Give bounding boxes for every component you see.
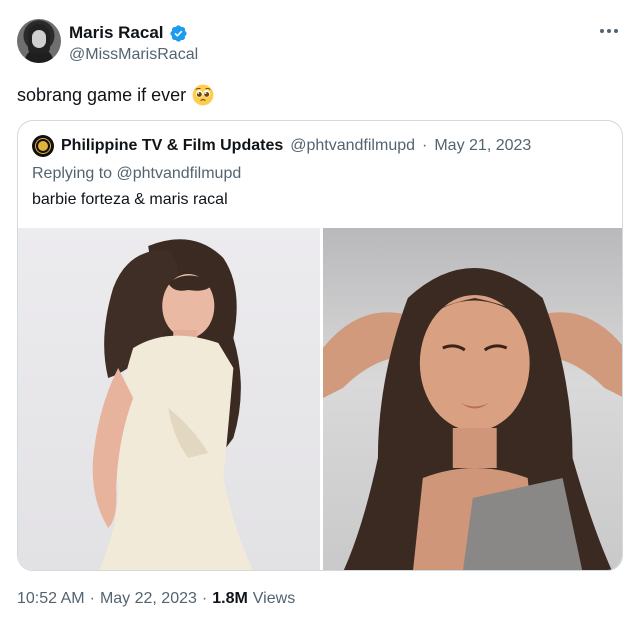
views-label: Views <box>252 590 296 607</box>
tweet-date[interactable]: May 22, 2023 <box>100 590 197 608</box>
verified-badge-icon <box>169 24 187 42</box>
photo-barbie-forteza[interactable] <box>18 228 320 570</box>
footer-separator: · <box>89 590 95 607</box>
quoted-author-name[interactable]: Philippine TV & Film Updates <box>61 137 283 155</box>
quoted-tweet-header: Philippine TV & Film Updates @phtvandfil… <box>32 135 531 157</box>
tweet-text-content: sobrang game if ever <box>17 84 187 105</box>
tweet-time[interactable]: 10:52 AM <box>17 590 85 608</box>
quoted-tweet-text: barbie forteza & maris racal <box>32 191 228 208</box>
author-handle[interactable]: @MissMarisRacal <box>69 46 198 64</box>
replying-to-label: Replying to @phtvandfilmupd <box>32 165 242 182</box>
tweet-header: Maris Racal @MissMarisRacal <box>17 19 623 67</box>
photo-maris-racal[interactable] <box>322 228 622 570</box>
quoted-author-avatar[interactable] <box>32 135 54 157</box>
quoted-tweet-date[interactable]: May 21, 2023 <box>434 137 531 155</box>
quoted-author-handle[interactable]: @phtvandfilmupd <box>290 137 415 155</box>
tweet-text: sobrang game if ever <box>17 84 214 106</box>
more-options-icon[interactable] <box>597 21 621 41</box>
author-name-row: Maris Racal <box>69 23 188 43</box>
author-display-name[interactable]: Maris Racal <box>69 23 164 43</box>
pleading-face-emoji-icon <box>192 84 214 106</box>
quoted-tweet-card[interactable]: Philippine TV & Film Updates @phtvandfil… <box>17 120 623 571</box>
views-count: 1.8M <box>212 590 248 607</box>
tweet-footer: 10:52 AM · May 22, 2023 · 1.8M Views <box>17 590 295 608</box>
quoted-tweet-media <box>18 228 622 570</box>
quoted-separator: · <box>422 137 428 154</box>
footer-separator-2: · <box>201 590 208 607</box>
avatar[interactable] <box>17 19 61 63</box>
